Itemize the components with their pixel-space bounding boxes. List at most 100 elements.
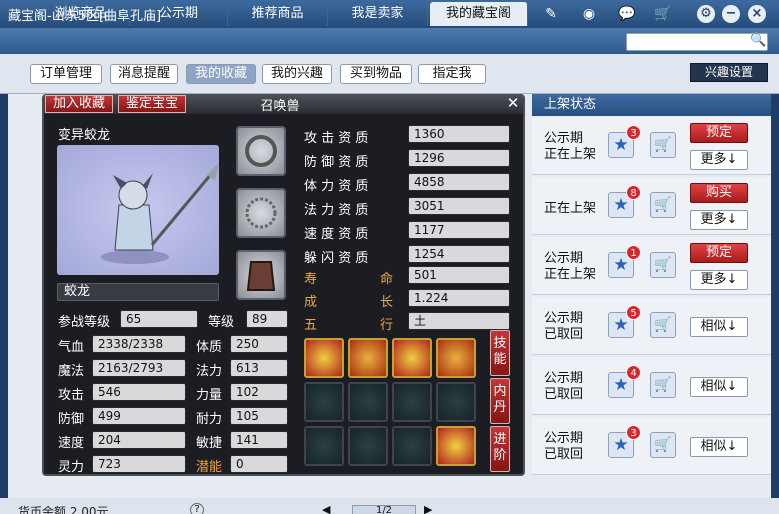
skill-slot-10[interactable] [348,426,388,466]
tab-skills[interactable]: 技能 [490,330,510,376]
skill-slot-7[interactable] [392,382,432,422]
skill-slot-4[interactable] [436,338,476,378]
more-button[interactable]: 更多↓ [690,270,748,290]
skill-slot-1[interactable] [304,338,344,378]
aptitude-value: 1296 [408,149,510,167]
stat-value: 546 [92,383,186,401]
dialog-close-icon[interactable]: ✕ [504,94,522,112]
subtab-messages[interactable]: 消息提醒 [110,64,178,84]
cart-icon[interactable]: 🛒 [650,372,676,398]
stop-icon[interactable]: ◉ [578,4,600,24]
cart-icon[interactable]: 🛒 [650,312,676,338]
skill-slot-12[interactable] [436,426,476,466]
skill-slot-9[interactable] [304,426,344,466]
stat-value: 102 [230,383,288,401]
tab-inner-core[interactable]: 内丹 [490,378,510,424]
similar-button[interactable]: 相似↓ [690,377,748,397]
tab-seller[interactable]: 我是卖家 [328,2,428,26]
aptitude-label: 防 御 资 质 [304,155,369,170]
dialog-title: 召唤兽 [260,99,300,114]
tab-browse[interactable]: 浏览商品 [32,2,130,26]
aptitude-value: 3051 [408,197,510,215]
skill-slot-5[interactable] [304,382,344,422]
subtab-orders[interactable]: 订单管理 [30,64,102,84]
equipment-slot-necklace[interactable] [236,188,286,238]
minimize-icon[interactable]: − [722,5,740,23]
combat-level-label: 参战等级 [58,315,111,330]
stat-value: 0 [230,455,288,473]
equipment-slot-armor[interactable] [236,250,286,300]
subtab-designated[interactable]: 指定我 [418,64,486,84]
subtab-interests[interactable]: 我的兴趣 [262,64,332,84]
growth-label-1: 成 [304,295,318,310]
stat-label: 耐力 [196,412,223,427]
more-button[interactable]: 更多↓ [690,150,748,170]
count-badge: 8 [626,185,641,200]
tab-advance[interactable]: 进阶 [490,426,510,472]
search-input[interactable] [626,33,768,51]
skill-slot-6[interactable] [348,382,388,422]
status-line2: 正在上架 [544,147,597,162]
pet-type-label: 蛟龙 [57,283,219,301]
lifespan-value: 501 [408,266,510,284]
list-item: 公示期 已取回 ★ 4 🛒 相似↓ [532,357,771,415]
close-icon[interactable]: × [748,5,766,23]
equipment-slot-ring[interactable] [236,126,286,176]
tab-public[interactable]: 公示期 [130,2,228,26]
count-badge: 5 [626,305,641,320]
aptitude-value: 1360 [408,125,510,143]
help-icon[interactable]: ? [190,503,204,514]
tab-my-cangbaoge[interactable]: 我的藏宝阁 [430,2,528,26]
count-badge: 4 [626,365,641,380]
combat-level-value: 65 [120,310,198,328]
next-page-icon[interactable]: ▶ [424,503,432,514]
cart-icon[interactable]: 🛒 [650,192,676,218]
reserve-button[interactable]: 预定 [690,123,748,143]
status-line1: 公示期 [544,251,584,266]
more-button[interactable]: 更多↓ [690,210,748,230]
reserve-button[interactable]: 预定 [690,243,748,263]
skill-slot-3[interactable] [392,338,432,378]
subtab-purchased[interactable]: 买到物品 [340,64,412,84]
appraise-button[interactable]: 鉴定宝宝 [118,95,186,113]
status-line2: 已取回 [544,447,584,462]
prev-page-icon[interactable]: ◀ [322,503,330,514]
stat-value: 141 [230,431,288,449]
cart-icon[interactable]: 🛒 [652,4,674,24]
skill-slot-11[interactable] [392,426,432,466]
status-line2: 已取回 [544,327,584,342]
skill-slot-2[interactable] [348,338,388,378]
pet-portrait [57,145,219,275]
settings-icon[interactable]: ⚙ [697,5,715,23]
similar-button[interactable]: 相似↓ [690,317,748,337]
list-item: 公示期 已取回 ★ 5 🛒 相似↓ [532,297,771,355]
stat-value: 105 [230,407,288,425]
stat-value: 499 [92,407,186,425]
stat-label: 法力 [196,364,223,379]
add-favorite-button[interactable]: 加入收藏 [45,95,113,113]
status-line2: 正在上架 [544,267,597,282]
edit-icon[interactable]: ✎ [540,4,562,24]
tab-recommend[interactable]: 推荐商品 [228,2,328,26]
buy-button[interactable]: 购买 [690,183,748,203]
stat-label: 体质 [196,340,223,355]
list-header: 上架状态 [532,94,771,116]
balance-label: 货币余额 2.00元 [18,503,109,514]
cart-icon[interactable]: 🛒 [650,132,676,158]
cart-icon[interactable]: 🛒 [650,252,676,278]
growth-value: 1.224 [408,289,510,307]
aptitude-value: 4858 [408,173,510,191]
cart-icon[interactable]: 🛒 [650,432,676,458]
stat-label: 攻击 [58,388,85,403]
chat-icon[interactable]: 💬 [616,4,638,24]
search-icon[interactable]: 🔍 [750,33,766,48]
aptitude-label: 法 力 资 质 [304,203,369,218]
stat-label: 魔法 [58,364,85,379]
interest-settings-button[interactable]: 兴趣设置 [690,63,768,82]
element-label-1: 五 [304,318,318,333]
level-label: 等级 [208,315,235,330]
similar-button[interactable]: 相似↓ [690,437,748,457]
status-line1: 公示期 [544,431,584,446]
skill-slot-8[interactable] [436,382,476,422]
subtab-favorites[interactable]: 我的收藏 [186,64,256,84]
